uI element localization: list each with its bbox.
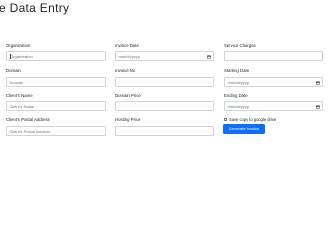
- hosting-price-label: Hosting Price: [115, 117, 141, 122]
- ending-date-input[interactable]: mm/dd/yyyy: [224, 101, 323, 111]
- domain-price-input[interactable]: [115, 101, 214, 111]
- calendar-icon[interactable]: [316, 80, 320, 85]
- hosting-price-input[interactable]: [115, 126, 214, 136]
- calendar-icon[interactable]: [207, 54, 211, 59]
- invoice-no-label: Invoice No: [115, 68, 136, 73]
- organization-label: Organization: [6, 43, 31, 48]
- client-name-input[interactable]: Client's Name: [6, 101, 106, 111]
- starting-date-value: mm/dd/yyyy: [227, 80, 249, 85]
- client-postal-address-label: Client's Postal Address: [6, 117, 50, 122]
- calendar-icon[interactable]: [316, 104, 320, 109]
- page-title: e Data Entry: [0, 1, 70, 15]
- domain-input[interactable]: Domain: [6, 77, 106, 87]
- client-name-placeholder: Client's Name: [9, 104, 35, 109]
- invoice-data-entry-page: e Data Entry Organization Organization D…: [0, 0, 330, 220]
- starting-date-label: Starting Date: [224, 68, 250, 73]
- domain-label: Domain: [6, 68, 21, 73]
- starting-date-input[interactable]: mm/dd/yyyy: [224, 77, 323, 87]
- domain-placeholder: Domain: [9, 80, 24, 85]
- client-postal-address-input[interactable]: Client's Postal Address: [6, 126, 106, 136]
- service-charges-label: Service Charges: [224, 43, 256, 48]
- organization-input[interactable]: Organization: [6, 51, 106, 61]
- client-name-label: Client's Name: [6, 93, 33, 98]
- domain-price-label: Domain Price: [115, 93, 141, 98]
- service-charges-input[interactable]: [224, 51, 323, 61]
- generate-invoice-button[interactable]: Generate Invoice: [223, 124, 265, 134]
- save-copy-label: Save copy to google drive: [229, 117, 277, 122]
- invoice-date-input[interactable]: mm/dd/yyyy: [115, 51, 214, 61]
- save-copy-checkbox[interactable]: [224, 117, 228, 121]
- invoice-no-input[interactable]: [115, 77, 214, 87]
- ending-date-label: Ending Date: [224, 93, 248, 98]
- ending-date-value: mm/dd/yyyy: [227, 104, 249, 109]
- organization-placeholder: Organization: [10, 54, 33, 59]
- invoice-date-value: mm/dd/yyyy: [118, 54, 140, 59]
- client-postal-address-placeholder: Client's Postal Address: [9, 129, 51, 134]
- invoice-date-label: Invoice Date: [115, 43, 139, 48]
